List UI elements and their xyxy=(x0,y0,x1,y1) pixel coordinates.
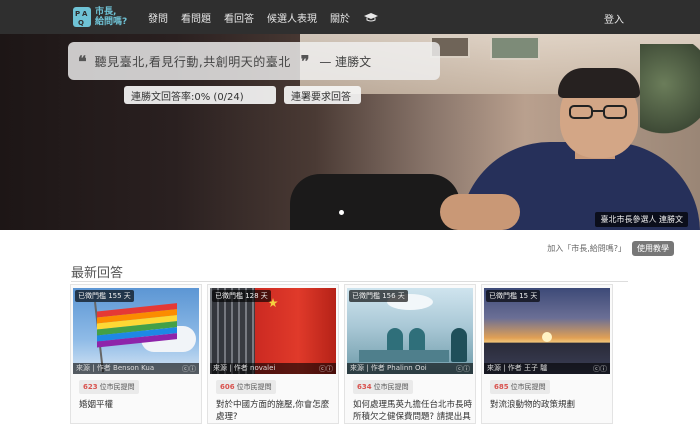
nav-ask[interactable]: 發問 xyxy=(148,10,168,25)
voters-badge: 634 位市民提問 xyxy=(353,380,413,394)
card-image: 已徵門檻 128 天 來源 | 作者 novalei ⓒⓘ xyxy=(210,288,336,374)
answer-card[interactable]: 已徵門檻 156 天 來源 | 作者 Phalinn Ooi ⓒⓘ 634 位市民提… xyxy=(344,284,476,424)
svg-text:P: P xyxy=(75,10,80,18)
voters-label: 位市民提問 xyxy=(373,383,409,391)
card-image: 已徵門檻 156 天 來源 | 作者 Phalinn Ooi ⓒⓘ xyxy=(347,288,473,374)
join-text: 加入「市長,給問嗎?」 xyxy=(547,244,626,253)
answer-cards: 已徵門檻 155 天 來源 | 作者 Benson Kua ⓒⓘ 623 位市民提問… xyxy=(70,284,614,424)
days-badge: 已徵門檻 15 天 xyxy=(486,290,541,302)
image-source-text: 來源 | 作者 novalei xyxy=(213,364,276,372)
card-question[interactable]: 對於中國方面的施壓,你會怎麼處理? xyxy=(216,399,336,424)
logo-mark-icon: P A Q xyxy=(73,7,91,27)
join-strip: 加入「市長,給問嗎?」 使用教學 xyxy=(547,241,674,256)
nav-answers[interactable]: 看回答 xyxy=(224,10,254,25)
section-divider xyxy=(71,281,628,282)
voters-badge: 685 位市民提問 xyxy=(490,380,550,394)
candidate-hair xyxy=(558,68,640,98)
nav-candidates[interactable]: 候選人表現 xyxy=(267,10,317,25)
svg-text:A: A xyxy=(82,10,88,18)
voters-count: 623 xyxy=(83,383,98,391)
main-nav: 發問 看問題 看回答 候選人表現 關於 xyxy=(148,0,379,34)
card-question[interactable]: 婚姻平權 xyxy=(79,399,199,424)
tutorial-button[interactable]: 使用教學 xyxy=(632,241,674,256)
hero-caption: 臺北市長參選人 連勝文 xyxy=(595,212,688,227)
creative-commons-icon: ⓒⓘ xyxy=(456,365,470,373)
nav-about[interactable]: 關於 xyxy=(330,10,350,25)
voters-badge: 623 位市民提問 xyxy=(79,380,139,394)
answer-card[interactable]: 已徵門檻 155 天 來源 | 作者 Benson Kua ⓒⓘ 623 位市民提問… xyxy=(70,284,202,424)
card-question[interactable]: 對流浪動物的政策規劃 xyxy=(490,399,610,424)
creative-commons-icon: ⓒⓘ xyxy=(593,365,607,373)
login-link[interactable]: 登入 xyxy=(604,11,624,26)
glasses-icon xyxy=(569,105,627,119)
answer-rate-badge: 連勝文回答率:0% (0/24) xyxy=(124,86,276,104)
voters-label: 位市民提問 xyxy=(99,383,135,391)
image-source-text: 來源 | 作者 Benson Kua xyxy=(76,364,155,372)
quote-open-icon: ❝ xyxy=(78,51,87,71)
sun xyxy=(542,332,552,342)
operating-bed xyxy=(359,350,449,362)
svg-text:Q: Q xyxy=(78,19,84,27)
days-badge: 已徵門檻 155 天 xyxy=(75,290,134,302)
answer-card[interactable]: 已徵門檻 15 天 來源 | 作者 王子 驢 ⓒⓘ 685 位市民提問 對流浪動物的… xyxy=(481,284,613,424)
candidate-hand xyxy=(440,194,520,230)
logo-text: 市長, 給問嗎? xyxy=(95,7,127,27)
card-question[interactable]: 如何處理馬英九擔任台北市長時所積欠之健保費問題? 請提出具 xyxy=(353,399,473,424)
hero-plant xyxy=(640,44,700,144)
nav-questions[interactable]: 看問題 xyxy=(181,10,211,25)
logo-line-1: 市長, xyxy=(95,7,117,17)
navbar: P A Q 市長, 給問嗎? 發問 看問題 看回答 候選人表現 關於 登入 xyxy=(0,0,700,34)
quote-close-icon: ❞ xyxy=(300,51,310,71)
voters-count: 606 xyxy=(220,383,235,391)
voters-label: 位市民提問 xyxy=(510,383,546,391)
image-source: 來源 | 作者 novalei ⓒⓘ xyxy=(210,363,336,374)
voters-count: 685 xyxy=(494,383,509,391)
candidate-quote: 聽見臺北,看見行動,共創明天的臺北 xyxy=(94,54,291,69)
days-badge: 已徵門檻 128 天 xyxy=(212,290,271,302)
image-source-text: 來源 | 作者 Phalinn Ooi xyxy=(350,364,427,372)
card-image: 已徵門檻 155 天 來源 | 作者 Benson Kua ⓒⓘ xyxy=(73,288,199,374)
creative-commons-icon: ⓒⓘ xyxy=(182,365,196,373)
logo-line-2: 給問嗎? xyxy=(95,17,128,27)
image-source-text: 來源 | 作者 王子 驢 xyxy=(487,364,548,372)
image-source: 來源 | 作者 王子 驢 ⓒⓘ xyxy=(484,363,610,374)
voters-label: 位市民提問 xyxy=(236,383,272,391)
voters-badge: 606 位市民提問 xyxy=(216,380,276,394)
quote-author: — 連勝文 xyxy=(319,54,372,69)
hero-banner: ❝ 聽見臺北,看見行動,共創明天的臺北 ❞ — 連勝文 連勝文回答率:0% (0… xyxy=(0,34,700,230)
answer-card[interactable]: 已徵門檻 128 天 來源 | 作者 novalei ⓒⓘ 606 位市民提問 對於… xyxy=(207,284,339,424)
card-image: 已徵門檻 15 天 來源 | 作者 王子 驢 ⓒⓘ xyxy=(484,288,610,374)
days-badge: 已徵門檻 156 天 xyxy=(349,290,408,302)
hero-picture-frame xyxy=(490,36,540,60)
image-source: 來源 | 作者 Benson Kua ⓒⓘ xyxy=(73,363,199,374)
voters-count: 634 xyxy=(357,383,372,391)
carousel-dot[interactable] xyxy=(339,210,344,215)
surgeon-figure xyxy=(451,328,467,362)
quote-box: ❝ 聽見臺北,看見行動,共創明天的臺北 ❞ — 連勝文 xyxy=(68,42,440,80)
sign-petition-button[interactable]: 連署要求回答 xyxy=(284,86,361,104)
graduation-cap-icon[interactable] xyxy=(363,12,379,22)
site-logo[interactable]: P A Q 市長, 給問嗎? xyxy=(72,5,136,29)
image-source: 來源 | 作者 Phalinn Ooi ⓒⓘ xyxy=(347,363,473,374)
hero-chair xyxy=(290,174,460,230)
carousel-dots xyxy=(339,210,348,215)
creative-commons-icon: ⓒⓘ xyxy=(319,365,333,373)
section-title: 最新回答 xyxy=(71,266,124,281)
